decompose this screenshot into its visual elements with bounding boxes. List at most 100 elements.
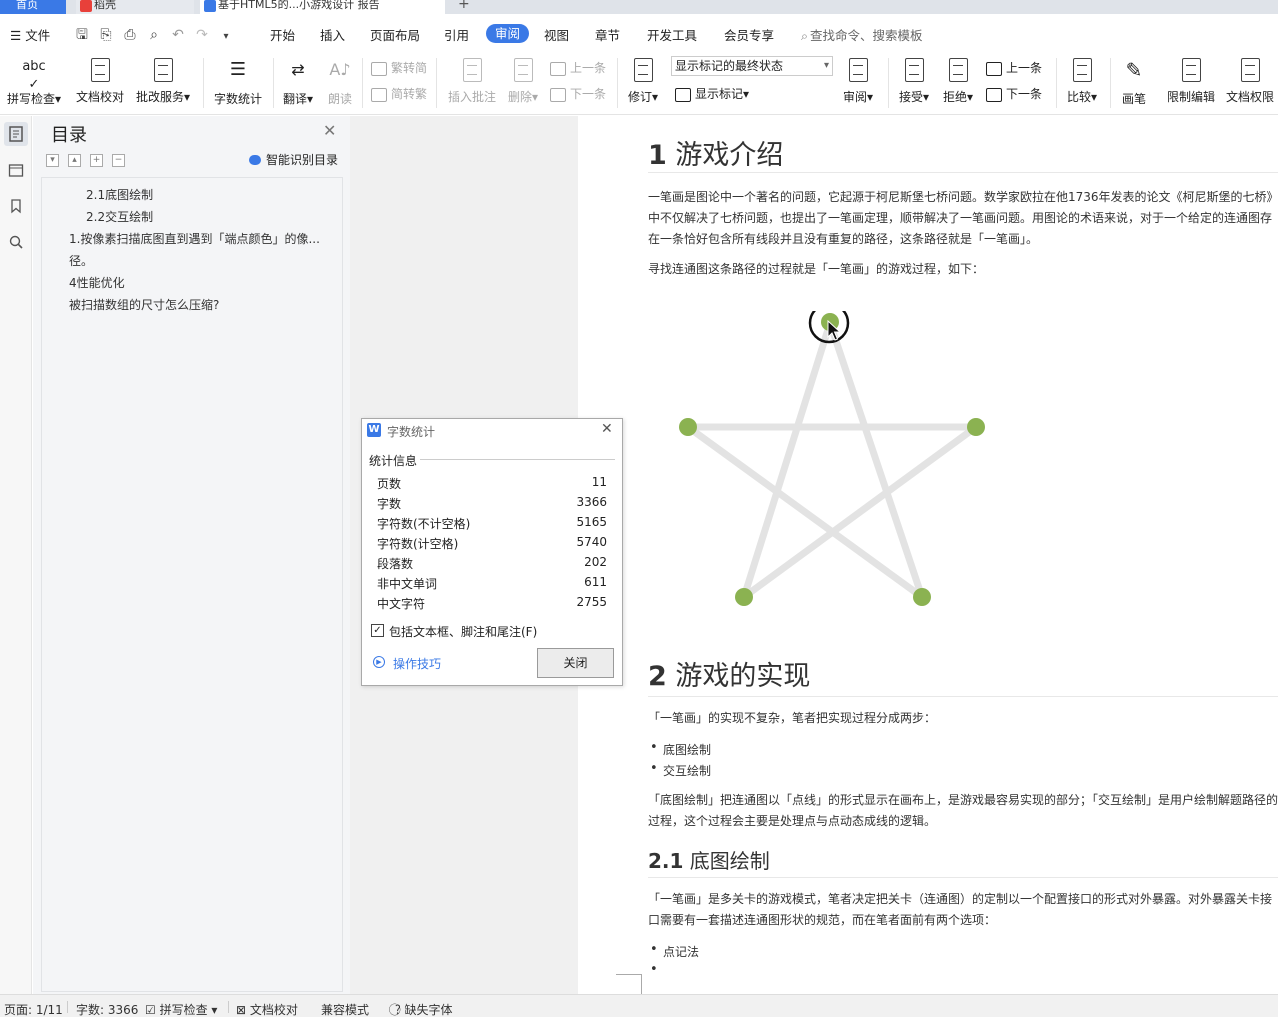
stat-row: 字符数(不计空格) 5165 (377, 515, 607, 535)
menu-review[interactable]: 审阅 (486, 24, 530, 43)
correction-label: 批改服务▾ (135, 90, 191, 104)
menu-chapter[interactable]: 章节 (595, 25, 620, 44)
to-simplified-button[interactable]: 简转繁 (371, 85, 427, 102)
include-footnotes-checkbox[interactable]: ✓ (371, 624, 384, 637)
document-page[interactable]: 1 游戏介绍 一笔画是图论中一个著名的问题，它起源于柯尼斯堡七桥问题。数学家欧拉… (578, 116, 1278, 994)
menu-references[interactable]: 引用 (444, 25, 469, 44)
customize-toolbar-icon[interactable]: ▾ (214, 31, 238, 42)
read-aloud-button[interactable]: A♪ 朗读 (324, 56, 356, 107)
markup-display-select[interactable]: 显示标记的最终状态 (671, 56, 833, 76)
print-icon[interactable]: ⎙ (118, 27, 142, 43)
review-ribbon: abc ✓ 拼写检查▾ 文档校对 批改服务▾ ☰ 字数统计 ⇄ 翻译▾ A♪ 朗读… (0, 52, 1278, 115)
stats-section-label: 统计信息 (369, 454, 418, 468)
page-indicator[interactable]: 页面: 1/11 (4, 1001, 63, 1017)
reject-button[interactable]: 拒绝▾ (938, 56, 978, 105)
track-changes-button[interactable]: 修订▾ (624, 56, 662, 105)
toc-item[interactable]: 1.按像素扫描底图直到遇到「端点颜色」的像... (69, 230, 320, 247)
dialog-titlebar[interactable]: W 字数统计 ✕ (362, 419, 622, 441)
tab-document-label: 基于HTML5的...小游戏设计 报告 (218, 0, 380, 11)
expand-all-icon[interactable]: ▾ (46, 154, 59, 167)
new-tab-button[interactable]: + (458, 0, 470, 12)
translate-button[interactable]: ⇄ 翻译▾ (280, 56, 316, 107)
add-heading-icon[interactable]: + (90, 154, 103, 167)
close-icon[interactable]: ✕ (601, 421, 613, 437)
menu-file[interactable]: ☰ 文件 (10, 25, 50, 44)
close-button[interactable]: 关闭 (537, 648, 614, 678)
search-icon[interactable] (8, 234, 24, 250)
next-comment-button[interactable]: 下一条 (550, 85, 606, 102)
print-preview-icon[interactable]: ⌕ (142, 27, 166, 43)
convert-icon (371, 61, 387, 76)
word-count-button[interactable]: ☰ 字数统计 (210, 56, 266, 107)
include-footnotes-label[interactable]: 包括文本框、脚注和尾注(F) (389, 623, 537, 640)
ribbon-divider (362, 58, 363, 108)
accept-icon (904, 58, 924, 82)
status-divider (228, 1001, 229, 1013)
status-proofread[interactable]: ⊠ 文档校对 (236, 1001, 298, 1017)
paragraph: 一笔画是图论中一个著名的问题，它起源于柯尼斯堡七桥问题。数学家欧拉在他1736年… (648, 190, 1278, 246)
review-pane-button[interactable]: 审阅▾ (838, 56, 878, 105)
doc-permission-button[interactable]: 文档权限 (1223, 56, 1277, 105)
menu-view[interactable]: 视图 (544, 25, 569, 44)
smart-toc-button[interactable]: 智能识别目录 (249, 151, 338, 168)
toc-item[interactable]: 2.2交互绘制 (86, 208, 153, 225)
review-pane-label: 审阅▾ (842, 90, 874, 104)
tab-drafts-label: 稻壳 (94, 0, 116, 11)
proofread-button[interactable]: 文档校对 (72, 56, 128, 105)
prev-comment-button[interactable]: 上一条 (550, 59, 606, 76)
toc-item[interactable]: 被扫描数组的尺寸怎么压缩? (69, 296, 219, 313)
menu-developer[interactable]: 开发工具 (647, 25, 697, 44)
tab-drafts[interactable]: 稻壳 (76, 0, 194, 14)
next-change-button[interactable]: 下一条 (986, 85, 1042, 102)
show-markup-button[interactable]: 显示标记▾ (675, 85, 749, 102)
delete-comment-icon (513, 58, 533, 82)
remove-heading-icon[interactable]: − (112, 154, 125, 167)
prev-change-button[interactable]: 上一条 (986, 59, 1042, 76)
missing-font-indicator[interactable]: ?⃝ 缺失字体 (395, 1001, 453, 1017)
section-divider (420, 459, 615, 460)
restrict-edit-button[interactable]: 限制编辑 (1163, 56, 1219, 105)
chapter-nav-icon[interactable] (8, 162, 24, 178)
star-node (679, 418, 697, 436)
undo-icon[interactable]: ↶ (166, 27, 190, 43)
status-spellcheck[interactable]: ☑ 拼写检查 ▾ (145, 1001, 217, 1017)
close-icon[interactable]: ✕ (323, 121, 336, 140)
accept-button[interactable]: 接受▾ (894, 56, 934, 105)
toc-item[interactable]: 2.1底图绘制 (86, 186, 153, 203)
export-pdf-icon[interactable]: ⎘ (94, 27, 118, 43)
proofread-icon (90, 58, 110, 82)
stat-value: 2755 (576, 595, 607, 609)
menu-start[interactable]: 开始 (270, 25, 295, 44)
stat-value: 5740 (576, 535, 607, 549)
paragraph: 「一笔画」的实现不复杂，笔者把实现过程分成两步： (648, 711, 937, 725)
menu-insert[interactable]: 插入 (320, 25, 345, 44)
heading-rule (648, 696, 1278, 697)
menu-page-layout[interactable]: 页面布局 (370, 25, 420, 44)
toc-item[interactable]: 4性能优化 (69, 274, 125, 291)
bookmark-icon[interactable] (8, 198, 24, 214)
insert-comment-button[interactable]: 插入批注 (444, 56, 500, 105)
stat-row: 非中文单词 611 (377, 575, 607, 595)
word-count-label: 字数统计 (213, 92, 262, 106)
list-item: 底图绘制 (650, 740, 711, 758)
word-count-indicator[interactable]: 字数: 3366 (76, 1001, 138, 1017)
tips-link[interactable]: 操作技巧 (393, 655, 441, 672)
toc-panel-icon[interactable] (4, 122, 28, 146)
menu-membership[interactable]: 会员专享 (724, 25, 774, 44)
star-node (967, 418, 985, 436)
correction-service-button[interactable]: 批改服务▾ (132, 56, 194, 105)
toc-item[interactable]: 径。 (69, 252, 93, 269)
pen-button[interactable]: ✎ 画笔 (1116, 56, 1152, 107)
compare-button[interactable]: 比较▾ (1062, 56, 1102, 105)
tab-document[interactable]: 基于HTML5的...小游戏设计 报告 (200, 0, 445, 14)
delete-comment-button[interactable]: 删除▾ (504, 56, 542, 105)
toc-controls: ▾ ▴ + − (46, 151, 134, 167)
tab-home[interactable]: 首页 (0, 0, 66, 14)
command-search[interactable]: 查找命令、搜索模板 (801, 25, 923, 44)
collapse-all-icon[interactable]: ▴ (68, 154, 81, 167)
spellcheck-button[interactable]: abc ✓ 拼写检查▾ (4, 56, 64, 107)
save-icon[interactable]: 🖫 (70, 24, 94, 48)
to-traditional-button[interactable]: 繁转简 (371, 59, 427, 76)
redo-icon[interactable]: ↷ (190, 27, 214, 43)
writer-doc-icon (204, 0, 216, 12)
